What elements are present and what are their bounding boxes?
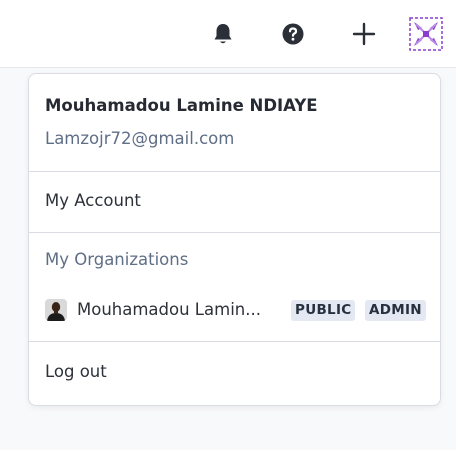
my-account-item[interactable]: My Account — [29, 172, 440, 232]
help-icon — [282, 23, 304, 45]
user-menu-button[interactable] — [408, 16, 444, 52]
organization-name: Mouhamadou Lamin... — [77, 300, 261, 319]
my-account-label: My Account — [45, 191, 141, 210]
bell-icon — [212, 22, 234, 46]
notifications-button[interactable] — [207, 18, 239, 50]
user-full-name: Mouhamadou Lamine NDIAYE — [45, 96, 318, 115]
admin-badge: ADMIN — [365, 300, 426, 321]
logout-label: Log out — [45, 362, 107, 381]
plus-icon — [352, 22, 376, 46]
organization-avatar — [45, 299, 67, 321]
logout-item[interactable]: Log out — [29, 342, 440, 406]
top-navigation-bar — [0, 0, 456, 68]
menu-divider — [29, 232, 440, 233]
organizations-header: My Organizations — [45, 250, 189, 269]
organization-item[interactable]: Mouhamadou Lamin... PUBLIC ADMIN — [29, 294, 440, 326]
user-avatar-icon — [408, 16, 444, 52]
public-badge: PUBLIC — [291, 300, 356, 321]
user-email: Lamzojr72@gmail.com — [45, 129, 235, 148]
help-button[interactable] — [277, 18, 309, 50]
create-new-button[interactable] — [348, 18, 380, 50]
user-dropdown-menu: Mouhamadou Lamine NDIAYE Lamzojr72@gmail… — [28, 73, 441, 406]
